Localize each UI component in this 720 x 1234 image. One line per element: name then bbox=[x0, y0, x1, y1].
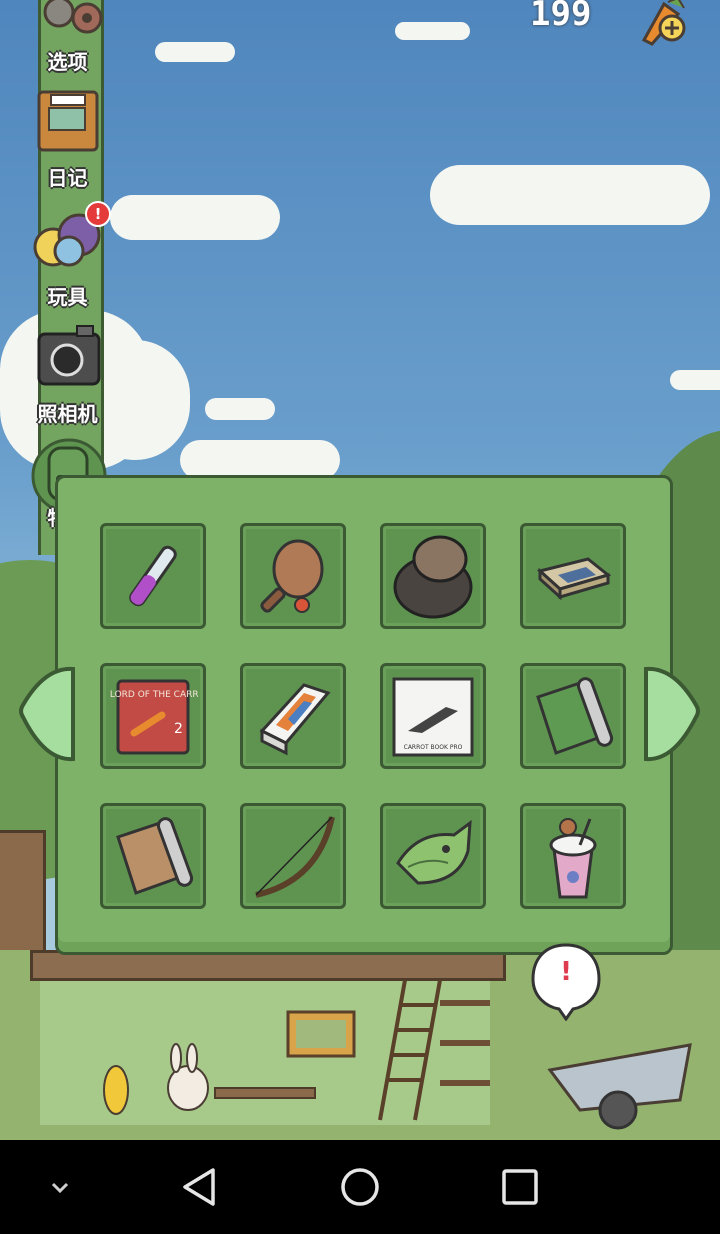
green-paper-roll-icon bbox=[536, 677, 614, 755]
chevron-down-icon[interactable] bbox=[35, 1162, 85, 1212]
cloud bbox=[395, 22, 470, 40]
menu-toys[interactable]: ! 玩具 bbox=[20, 201, 115, 310]
menu-camera[interactable]: 照相机 bbox=[20, 322, 115, 427]
cloud bbox=[430, 165, 710, 225]
cloud bbox=[180, 440, 340, 480]
smartphone-box-icon bbox=[259, 683, 331, 756]
straw-hat-cape-icon bbox=[393, 535, 473, 619]
inventory-slot-test-tube[interactable] bbox=[100, 523, 206, 629]
brown-paper-roll-icon bbox=[116, 817, 194, 895]
test-tube-icon bbox=[129, 545, 177, 607]
inventory-slot-paddle-ball[interactable] bbox=[240, 523, 346, 629]
alert-mark: ! bbox=[560, 957, 572, 987]
gear-icon bbox=[43, 0, 102, 34]
home-icon[interactable] bbox=[335, 1162, 385, 1212]
menu-label: 照相机 bbox=[37, 402, 98, 426]
menu-diary[interactable]: 日记 bbox=[20, 86, 115, 191]
matchbox-icon bbox=[536, 557, 612, 601]
inventory-slot-bow[interactable] bbox=[240, 803, 346, 909]
bow-icon bbox=[255, 816, 335, 898]
treehouse-decor bbox=[103, 979, 692, 1130]
taiyaki-fish-icon bbox=[396, 819, 472, 885]
menu-label: 玩具 bbox=[47, 285, 88, 309]
inventory-slot-lord-of-the-carrots-book[interactable]: THE LORD OF THE CARROTS 2 bbox=[100, 663, 206, 769]
camera-icon bbox=[37, 325, 100, 386]
book-title: THE LORD OF THE CARROTS bbox=[108, 690, 198, 700]
inventory-slot-straw-hat-cape[interactable] bbox=[380, 523, 486, 629]
cloud bbox=[670, 370, 720, 390]
alert-bubble[interactable]: ! bbox=[531, 943, 601, 1022]
paddle-ball-icon bbox=[260, 539, 324, 613]
system-navigation-bar bbox=[0, 1140, 720, 1234]
book-icon: THE LORD OF THE CARROTS 2 bbox=[108, 679, 198, 755]
cloud bbox=[110, 195, 280, 240]
menu-options[interactable]: 选项 bbox=[20, 0, 115, 75]
inventory-slot-matchbox[interactable] bbox=[520, 523, 626, 629]
cloud bbox=[205, 398, 275, 420]
right-arrow-icon[interactable] bbox=[642, 665, 704, 763]
back-icon[interactable] bbox=[175, 1162, 225, 1212]
inventory-slot-smartphone-box[interactable] bbox=[240, 663, 346, 769]
menu-label: 选项 bbox=[47, 50, 88, 74]
carrot-plus-icon[interactable] bbox=[638, 0, 694, 46]
recents-icon[interactable] bbox=[495, 1162, 545, 1212]
book-volume: 2 bbox=[174, 721, 183, 737]
menu-label: 日记 bbox=[47, 166, 88, 190]
inventory-slot-taiyaki-fish[interactable] bbox=[380, 803, 486, 909]
left-arrow-icon[interactable] bbox=[15, 665, 77, 763]
notification-badge: ! bbox=[85, 201, 111, 227]
box-label: CARROT BOOK PRO bbox=[404, 744, 463, 751]
inventory-slot-laptop-box[interactable]: CARROT BOOK PRO bbox=[380, 663, 486, 769]
inventory-slot-green-rolled-paper[interactable] bbox=[520, 663, 626, 769]
carrot-count: 199 bbox=[530, 0, 592, 34]
inventory-slot-brown-rolled-paper[interactable] bbox=[100, 803, 206, 909]
inventory-slot-frappe-drink[interactable] bbox=[520, 803, 626, 909]
cloud bbox=[155, 42, 235, 62]
diary-book-icon bbox=[37, 90, 98, 152]
inventory-panel: THE LORD OF THE CARROTS 2 CARROT BOOK PR… bbox=[55, 475, 673, 955]
laptop-box-icon: CARROT BOOK PRO bbox=[392, 677, 474, 757]
frappe-drink-icon bbox=[549, 818, 597, 899]
